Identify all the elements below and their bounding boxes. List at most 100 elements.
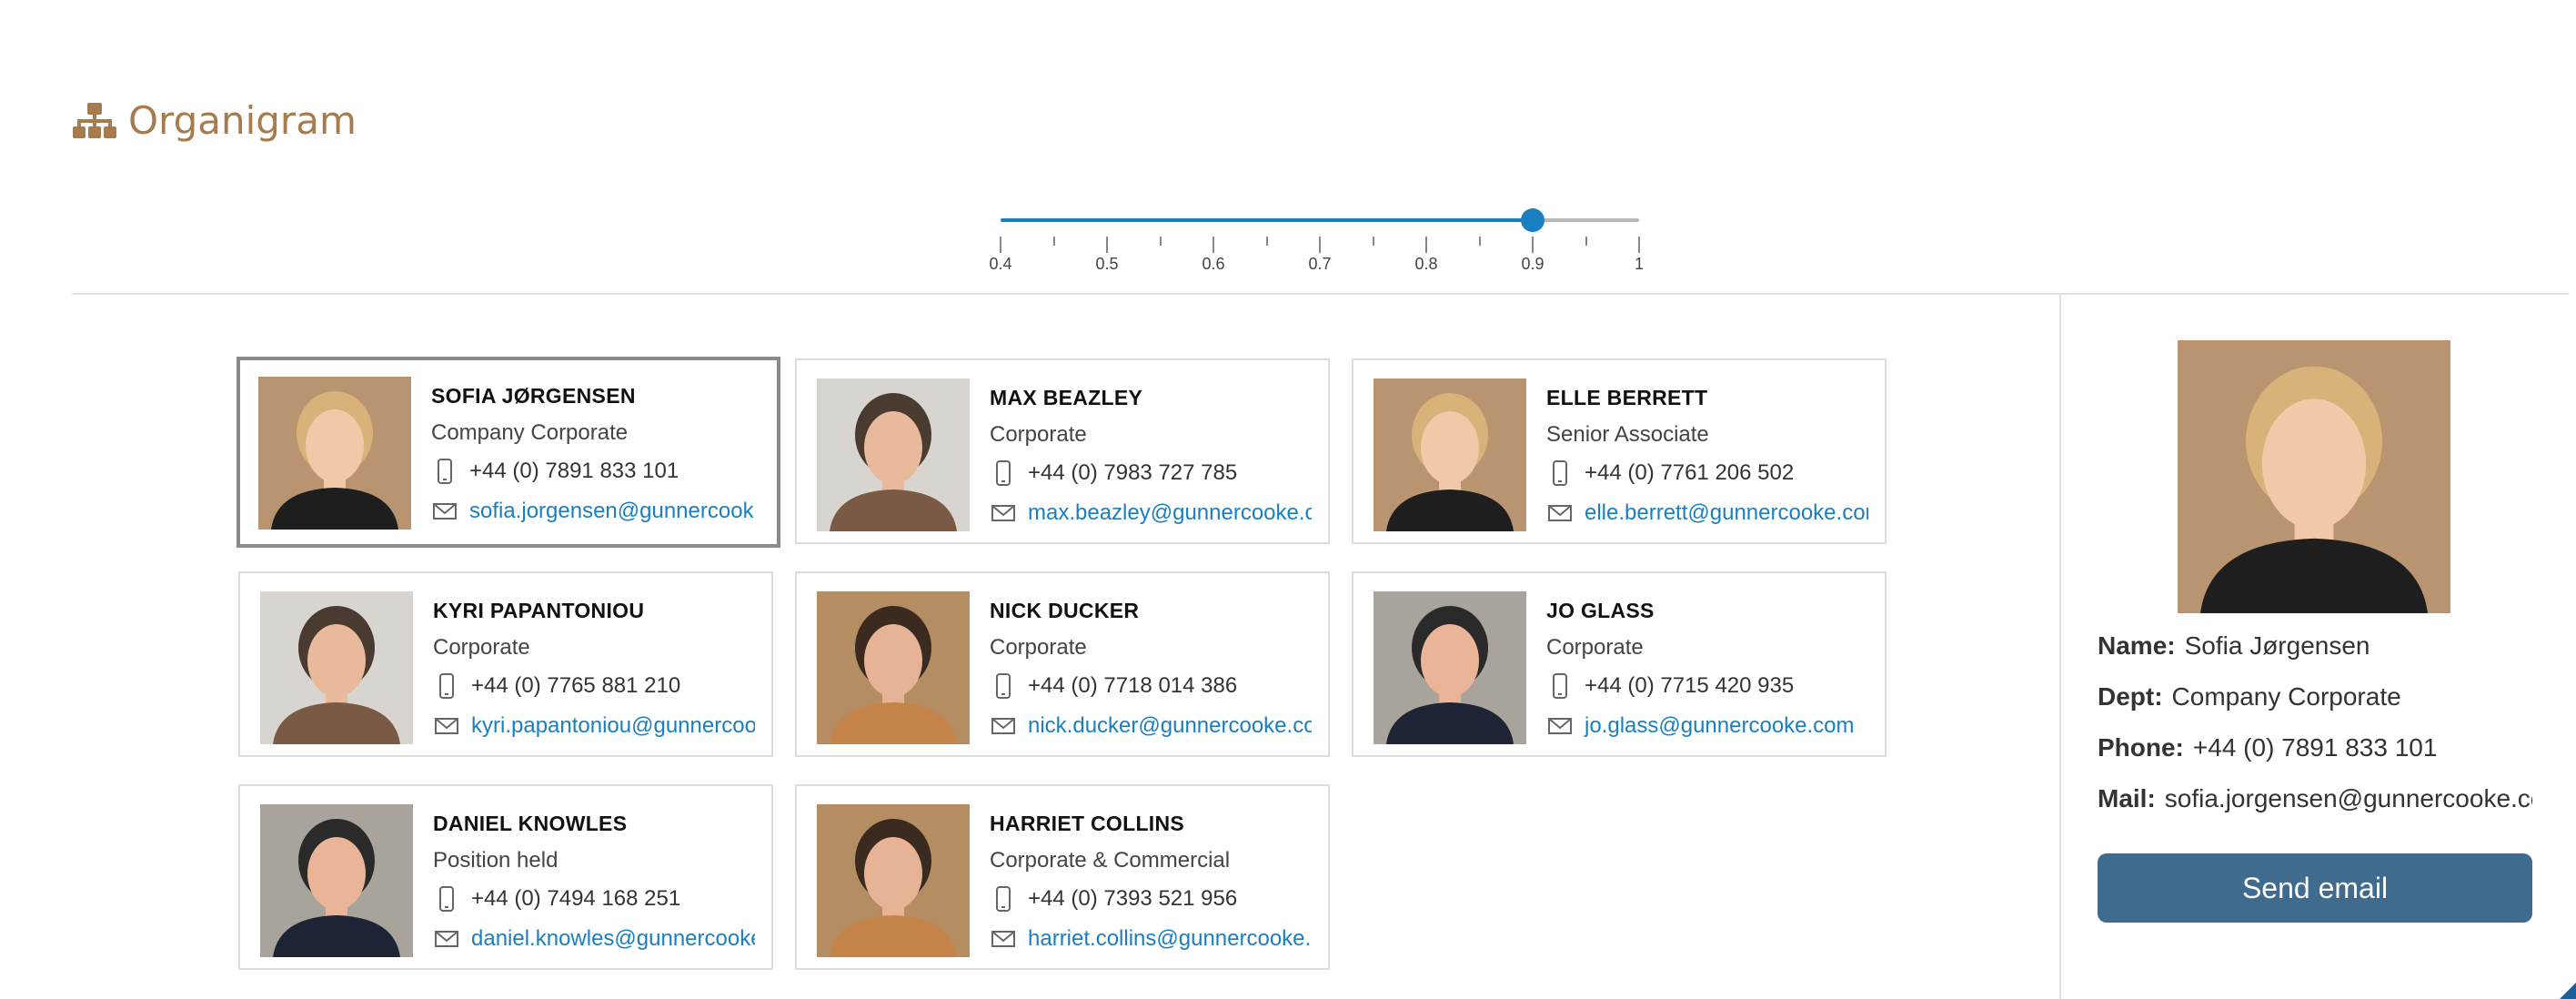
org-chart-icon <box>73 102 116 138</box>
person-name: NICK DUCKER <box>990 599 1140 622</box>
person-photo <box>258 377 411 530</box>
person-photo <box>817 591 970 744</box>
person-card[interactable]: JO GLASS Corporate +44 (0) 7715 420 935 jo.… <box>1352 571 1887 757</box>
person-card[interactable]: MAX BEAZLEY Corporate +44 (0) 7983 727 785… <box>795 358 1330 544</box>
slider-major-tick <box>1319 237 1321 253</box>
detail-photo <box>2178 340 2450 613</box>
person-photo <box>260 804 413 957</box>
person-mail-row: max.beazley@gunnercooke.com <box>990 493 1312 533</box>
avatar <box>1374 591 1526 744</box>
person-name: JO GLASS <box>1546 599 1655 622</box>
person-dept: Position held <box>433 848 558 873</box>
detail-name-label: Name: <box>2098 631 2176 660</box>
person-mail-row: daniel.knowles@gunnercooke.com <box>433 919 755 959</box>
person-phone-row: +44 (0) 7983 727 785 <box>990 453 1312 493</box>
envelope-icon <box>433 503 457 520</box>
slider-tick-label: 0.4 <box>989 255 1012 273</box>
slider-fill <box>1001 218 1533 222</box>
person-mail-row: sofia.jorgensen@gunnercooke.com <box>431 491 753 531</box>
person-photo <box>260 591 413 744</box>
person-card[interactable]: NICK DUCKER Corporate +44 (0) 7718 014 386… <box>795 571 1330 757</box>
detail-dept-label: Dept: <box>2098 682 2163 711</box>
slider-tick-label: 0.6 <box>1202 255 1225 273</box>
mobile-phone-icon <box>996 673 1011 699</box>
envelope-icon <box>991 931 1015 947</box>
slider-minor-tick <box>1478 237 1481 246</box>
envelope-icon <box>991 718 1015 734</box>
detail-phone-value: +44 (0) 7891 833 101 <box>2192 733 2438 762</box>
mobile-phone-icon <box>996 460 1011 486</box>
person-dept: Corporate <box>990 635 1087 660</box>
person-phone: +44 (0) 7765 881 210 <box>471 673 681 698</box>
slider-minor-tick <box>1265 237 1268 246</box>
person-mail-row: elle.berrett@gunnercooke.com <box>1546 493 1868 533</box>
envelope-icon <box>435 931 458 947</box>
person-email-link[interactable]: max.beazley@gunnercooke.com <box>1028 500 1312 526</box>
person-dept: Corporate <box>433 635 530 660</box>
person-dept: Senior Associate <box>1546 422 1709 447</box>
mobile-phone-icon <box>1553 460 1567 486</box>
person-email-link[interactable]: kyri.papantoniou@gunnercooke.com <box>471 713 755 739</box>
person-card[interactable]: SOFIA JØRGENSEN Company Corporate +44 (0) … <box>236 357 780 548</box>
slider-major-tick <box>1638 237 1640 253</box>
person-email-link[interactable]: nick.ducker@gunnercooke.com <box>1028 713 1312 739</box>
slider-minor-tick <box>1372 237 1374 246</box>
avatar <box>817 378 970 531</box>
person-photo <box>817 804 970 957</box>
person-card[interactable]: HARRIET COLLINS Corporate & Commercial +44… <box>795 784 1330 970</box>
detail-phone-label: Phone: <box>2098 733 2184 762</box>
slider-major-tick <box>1106 237 1108 253</box>
detail-phone: Phone: +44 (0) 7891 833 101 <box>2098 733 2534 762</box>
avatar <box>260 591 413 744</box>
person-email-link[interactable]: jo.glass@gunnercooke.com <box>1585 713 1855 739</box>
mobile-phone-icon <box>996 886 1011 912</box>
person-phone: +44 (0) 7715 420 935 <box>1585 673 1795 698</box>
person-phone: +44 (0) 7983 727 785 <box>1028 460 1238 485</box>
person-info: DANIEL KNOWLES Position held +44 (0) 7494 … <box>433 808 755 959</box>
person-photo <box>817 378 970 531</box>
person-photo <box>1374 591 1526 744</box>
slider-tick-label: 0.7 <box>1308 255 1332 273</box>
slider-handle[interactable] <box>1521 208 1545 232</box>
person-card[interactable]: ELLE BERRETT Senior Associate +44 (0) 7761… <box>1352 358 1887 544</box>
person-email-link[interactable]: harriet.collins@gunnercooke.com <box>1028 926 1312 952</box>
person-mail-row: jo.glass@gunnercooke.com <box>1546 706 1868 746</box>
person-card[interactable]: DANIEL KNOWLES Position held +44 (0) 7494 … <box>238 784 773 970</box>
person-info: KYRI PAPANTONIOU Corporate +44 (0) 7765 88… <box>433 595 755 746</box>
mobile-phone-icon <box>438 459 452 484</box>
slider-minor-tick <box>1159 237 1162 246</box>
header-divider <box>72 293 2569 295</box>
envelope-icon <box>1548 505 1572 521</box>
slider-tick-label: 0.8 <box>1414 255 1438 273</box>
person-dept: Company Corporate <box>431 420 629 445</box>
person-phone-row: +44 (0) 7761 206 502 <box>1546 453 1868 493</box>
detail-dept-value: Company Corporate <box>2171 682 2401 711</box>
person-name: SOFIA JØRGENSEN <box>431 384 636 408</box>
person-name: MAX BEAZLEY <box>990 386 1143 409</box>
zoom-slider[interactable]: 0.4 0.5 0.6 0.7 0.8 0.9 1 <box>989 200 1644 282</box>
person-info: JO GLASS Corporate +44 (0) 7715 420 935 jo.… <box>1546 595 1868 746</box>
person-info: MAX BEAZLEY Corporate +44 (0) 7983 727 785… <box>990 382 1312 533</box>
avatar <box>260 804 413 957</box>
corner-decoration <box>2560 983 2576 999</box>
person-email-link[interactable]: sofia.jorgensen@gunnercooke.com <box>469 499 753 524</box>
person-name: ELLE BERRETT <box>1546 386 1708 409</box>
person-dept: Corporate & Commercial <box>990 848 1231 873</box>
detail-name: Name: Sofia Jørgensen <box>2098 631 2534 661</box>
mobile-phone-icon <box>439 886 454 912</box>
person-info: NICK DUCKER Corporate +44 (0) 7718 014 386… <box>990 595 1312 746</box>
person-card[interactable]: KYRI PAPANTONIOU Corporate +44 (0) 7765 88… <box>238 571 773 757</box>
person-phone-row: +44 (0) 7393 521 956 <box>990 879 1312 919</box>
person-phone: +44 (0) 7718 014 386 <box>1028 673 1238 698</box>
mobile-phone-icon <box>1553 673 1567 699</box>
person-email-link[interactable]: daniel.knowles@gunnercooke.com <box>471 926 755 952</box>
person-mail-row: harriet.collins@gunnercooke.com <box>990 919 1312 959</box>
slider-tick-label: 0.5 <box>1095 255 1119 273</box>
person-phone: +44 (0) 7761 206 502 <box>1585 460 1795 485</box>
person-photo <box>1374 378 1526 531</box>
envelope-icon <box>1548 718 1572 734</box>
avatar <box>817 591 970 744</box>
send-email-button[interactable]: Send email <box>2098 853 2532 923</box>
person-email-link[interactable]: elle.berrett@gunnercooke.com <box>1585 500 1868 526</box>
avatar <box>1374 378 1526 531</box>
